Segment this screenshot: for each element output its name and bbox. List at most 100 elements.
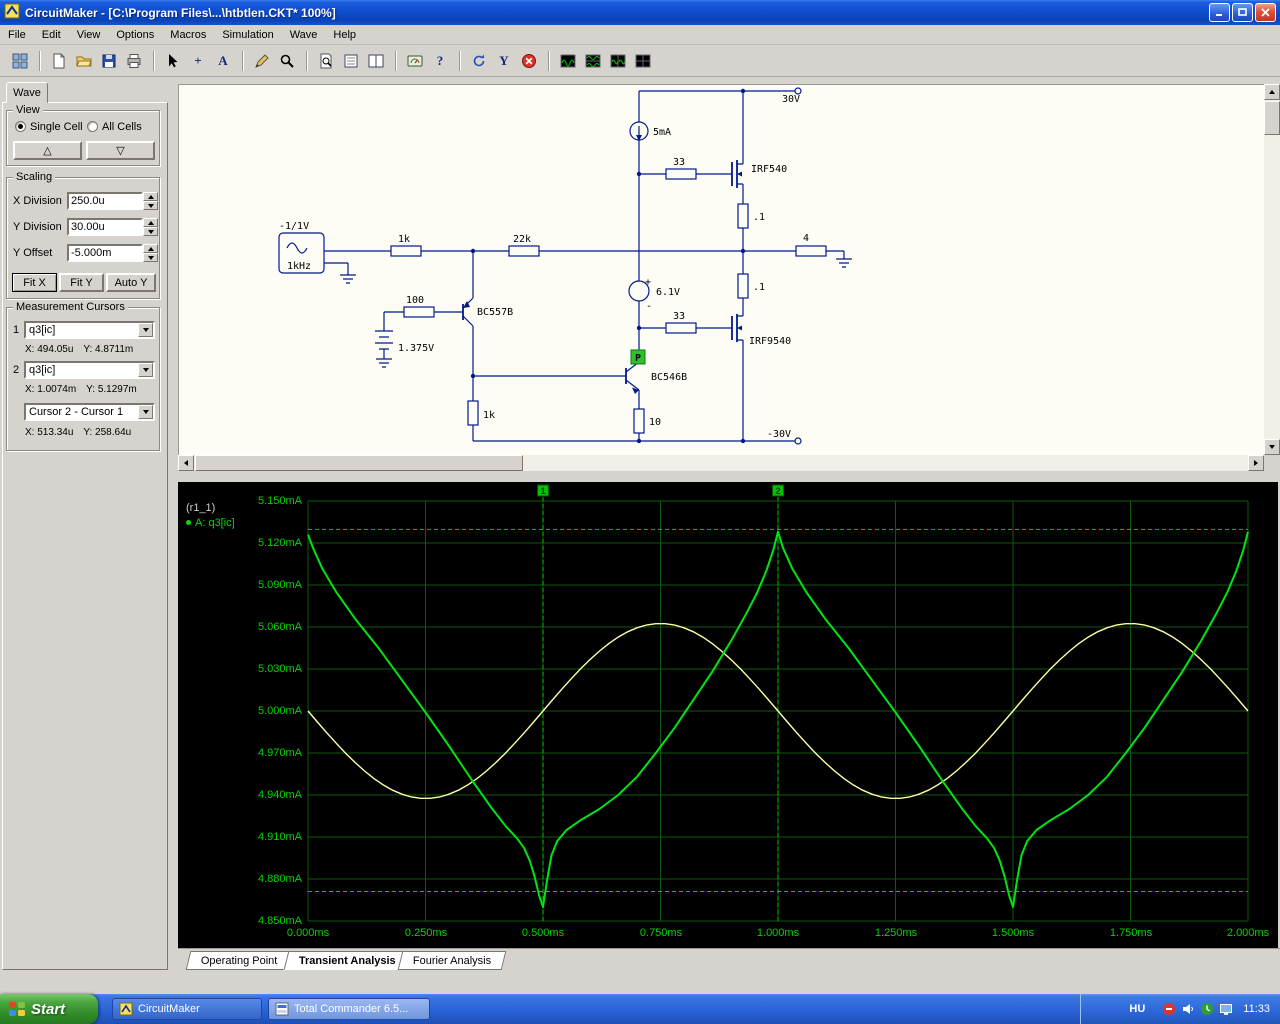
menu-edit[interactable]: Edit: [34, 27, 69, 43]
radio-all-cells-label: All Cells: [102, 121, 142, 133]
hscroll-thumb[interactable]: [195, 455, 523, 471]
toolbar-separator: [306, 50, 308, 71]
fit-x-button[interactable]: Fit X: [12, 273, 57, 292]
scroll-left-arrow[interactable]: [178, 455, 194, 471]
menu-macros[interactable]: Macros: [162, 27, 214, 43]
schematic-canvas[interactable]: P 30V 5mA 33 IRF540 .1 -1/1V 1kHz 1k 22k…: [179, 85, 1264, 455]
sheet-view-button[interactable]: [339, 48, 363, 73]
task-button-total-commander[interactable]: Total Commander 6.5...: [268, 998, 430, 1020]
label-vbias-plus: +: [645, 277, 651, 288]
tray-volume-icon[interactable]: [1181, 1002, 1195, 1016]
scroll-right-arrow[interactable]: [1248, 455, 1264, 471]
windows-logo-icon: [9, 1002, 25, 1016]
tray-scheduler-icon[interactable]: [1200, 1002, 1214, 1016]
task-button-circuitmaker[interactable]: CircuitMaker: [112, 998, 262, 1020]
app-icon: [4, 3, 20, 22]
radio-single-cell[interactable]: [15, 121, 26, 132]
tab-wave[interactable]: Wave: [6, 82, 48, 103]
tray-display-icon[interactable]: [1219, 1002, 1233, 1016]
clock[interactable]: 11:33: [1243, 1003, 1270, 1015]
label-q-pnp: BC557B: [477, 307, 513, 318]
stop-simulation-button[interactable]: [517, 48, 541, 73]
y-division-spinner[interactable]: [143, 218, 158, 236]
quad-plot-window-button[interactable]: [631, 48, 655, 73]
wire-tool-button[interactable]: +: [186, 48, 210, 73]
scale-down-button[interactable]: ▽: [86, 141, 155, 160]
browse-schematic-button[interactable]: [8, 48, 32, 73]
label-vbias-minus: -: [646, 301, 652, 312]
auto-y-button[interactable]: Auto Y: [106, 273, 156, 292]
tab-transient-analysis[interactable]: Transient Analysis: [283, 951, 412, 970]
dual-plot-horizontal-button[interactable]: [581, 48, 605, 73]
split-view-button[interactable]: [364, 48, 388, 73]
cursor2-signal-select[interactable]: q3[ic]: [24, 361, 155, 379]
menu-view[interactable]: View: [69, 27, 109, 43]
probe-y-button[interactable]: Y: [492, 48, 516, 73]
scale-up-button[interactable]: △: [13, 141, 82, 160]
fit-y-button[interactable]: Fit Y: [59, 273, 104, 292]
cursor-diff-select[interactable]: Cursor 2 - Cursor 1: [24, 403, 155, 421]
menu-bar: File Edit View Options Macros Simulation Wave H…: [0, 25, 1280, 45]
tray-antivirus-icon[interactable]: [1162, 1002, 1176, 1016]
label-vminus: -30V: [767, 429, 791, 440]
toolbar-separator: [548, 50, 550, 71]
probe-tool-button[interactable]: [250, 48, 274, 73]
toolbar-separator: [153, 50, 155, 71]
minimize-button[interactable]: [1209, 3, 1230, 22]
dual-plot-vertical-button[interactable]: [606, 48, 630, 73]
menu-help[interactable]: Help: [325, 27, 364, 43]
close-button[interactable]: [1255, 3, 1276, 22]
tab-operating-point[interactable]: Operating Point: [185, 951, 293, 970]
label-rload: 4: [803, 233, 809, 244]
language-indicator[interactable]: HU: [1129, 1003, 1145, 1015]
select-tool-button[interactable]: [161, 48, 185, 73]
y-axis-tick: 5.000mA: [257, 705, 302, 717]
y-axis-tick: 5.150mA: [257, 495, 302, 507]
tab-fourier-analysis[interactable]: Fourier Analysis: [397, 951, 507, 970]
cursor1-signal-select[interactable]: q3[ic]: [24, 321, 155, 339]
menu-options[interactable]: Options: [108, 27, 162, 43]
schematic-hscrollbar[interactable]: [178, 455, 1264, 471]
waveform-panel[interactable]: (r1_1) A: q3[ic] 12 5.150mA 5.120mA 5.090m…: [178, 482, 1278, 948]
reset-simulation-button[interactable]: [467, 48, 491, 73]
start-button[interactable]: Start: [0, 994, 98, 1024]
run-analysis-button[interactable]: [403, 48, 427, 73]
menu-simulation[interactable]: Simulation: [214, 27, 281, 43]
x-axis-tick: 0.750ms: [639, 927, 683, 939]
label-re: 1k: [483, 410, 495, 421]
fit-page-button[interactable]: [314, 48, 338, 73]
print-button[interactable]: [122, 48, 146, 73]
radio-all-cells[interactable]: [87, 121, 98, 132]
transient-plot[interactable]: 12: [178, 482, 1278, 948]
label-vbat: 1.375V: [398, 343, 434, 354]
label-rg-top: 33: [673, 157, 685, 168]
new-file-button[interactable]: [47, 48, 71, 73]
scroll-up-arrow[interactable]: [1264, 84, 1280, 100]
legend-color-dot: [186, 520, 191, 525]
screen: CircuitMaker - [C:\Program Files\...\htb…: [0, 0, 1280, 1024]
y-axis-tick: 4.970mA: [257, 747, 302, 759]
open-file-button[interactable]: [72, 48, 96, 73]
schematic-viewport[interactable]: P 30V 5mA 33 IRF540 .1 -1/1V 1kHz 1k 22k…: [178, 84, 1264, 455]
zoom-tool-button[interactable]: [275, 48, 299, 73]
taskbar: Start CircuitMaker Total Commander 6.5..…: [0, 994, 1280, 1024]
y-offset-spinner[interactable]: [143, 244, 158, 262]
single-plot-window-button[interactable]: [556, 48, 580, 73]
scroll-down-arrow[interactable]: [1264, 439, 1280, 455]
title-bar[interactable]: CircuitMaker - [C:\Program Files\...\htb…: [0, 0, 1280, 25]
maximize-button[interactable]: [1232, 3, 1253, 22]
menu-file[interactable]: File: [0, 27, 34, 43]
x-division-spinner[interactable]: [143, 192, 158, 210]
x-axis-tick: 1.500ms: [991, 927, 1035, 939]
y-offset-input[interactable]: [67, 244, 143, 262]
x-division-input[interactable]: [67, 192, 143, 210]
menu-wave[interactable]: Wave: [282, 27, 326, 43]
label-rfb: 22k: [513, 234, 531, 245]
y-division-input[interactable]: [67, 218, 143, 236]
label-q-npn: BC546B: [651, 372, 687, 383]
text-tool-button[interactable]: A: [211, 48, 235, 73]
vscroll-thumb[interactable]: [1264, 101, 1280, 135]
save-file-button[interactable]: [97, 48, 121, 73]
help-button[interactable]: ?: [428, 48, 452, 73]
schematic-vscrollbar[interactable]: [1264, 84, 1280, 455]
